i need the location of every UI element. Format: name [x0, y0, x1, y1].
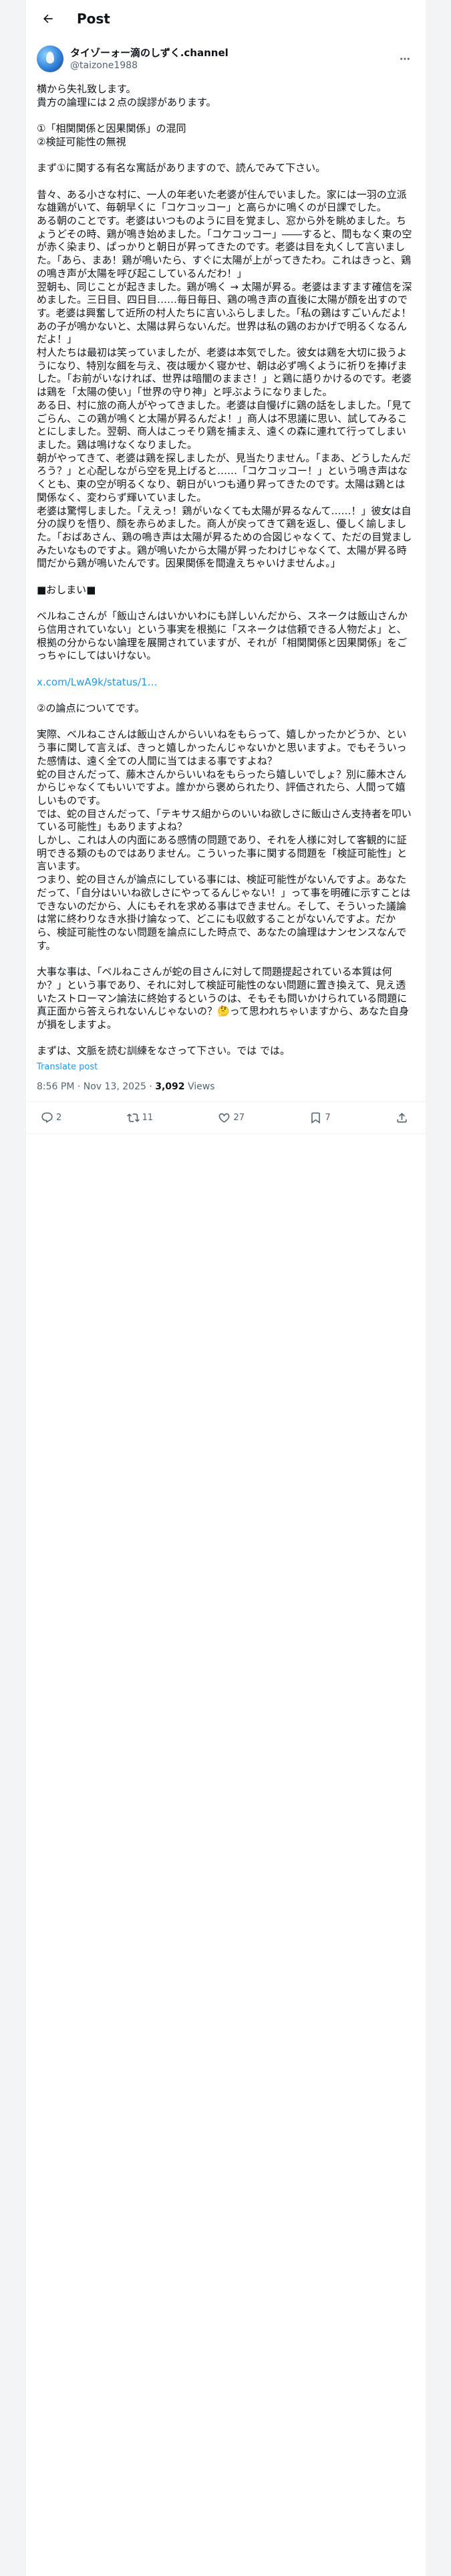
post-column: Post タイゾーォー滴のしずく.channel @taizone1988 横か… — [25, 0, 426, 2576]
view-count: 3,092 — [155, 1081, 185, 1093]
post-text: 横から失礼致します。 貴方の論理には２点の誤謬があります。 ①「相関関係と因果関… — [37, 83, 412, 1057]
arrow-left-icon — [43, 14, 53, 23]
post-link[interactable]: x.com/LwA9k/status/1… — [37, 676, 158, 688]
action-bar: 2 11 27 7 — [26, 1102, 426, 1135]
like-button[interactable]: 27 — [218, 1111, 245, 1124]
share-button[interactable] — [396, 1111, 411, 1124]
translate-post-link[interactable]: Translate post — [26, 1058, 426, 1072]
bookmark-count: 7 — [325, 1113, 331, 1123]
author-names: タイゾーォー滴のしずく.channel @taizone1988 — [70, 47, 395, 72]
bookmark-icon — [311, 1112, 321, 1124]
top-bar: Post — [26, 0, 426, 37]
like-count: 27 — [233, 1113, 245, 1123]
page-title: Post — [77, 11, 110, 27]
post-timestamp[interactable]: 8:56 PM · Nov 13, 2025 — [37, 1081, 146, 1092]
reply-count: 2 — [56, 1113, 62, 1123]
views-label: Views — [188, 1081, 215, 1093]
author-row: タイゾーォー滴のしずく.channel @taizone1988 — [26, 37, 426, 75]
post-meta: 8:56 PM · Nov 13, 2025 · 3,092 Views — [26, 1072, 426, 1103]
share-icon — [397, 1113, 407, 1123]
author-handle[interactable]: @taizone1988 — [70, 60, 395, 72]
repost-button[interactable]: 11 — [126, 1111, 154, 1124]
meta-separator: · — [149, 1081, 156, 1093]
back-button[interactable] — [37, 7, 59, 30]
author-display-name[interactable]: タイゾーォー滴のしずく.channel — [70, 47, 395, 60]
repost-icon — [126, 1113, 140, 1122]
heart-icon — [219, 1113, 230, 1123]
avatar[interactable] — [37, 45, 63, 72]
reply-icon — [41, 1112, 53, 1123]
more-horizontal-icon — [400, 58, 410, 60]
bookmark-button[interactable]: 7 — [309, 1111, 331, 1124]
reply-button[interactable]: 2 — [41, 1111, 61, 1124]
more-options-button[interactable] — [395, 49, 415, 69]
repost-count: 11 — [142, 1113, 154, 1123]
